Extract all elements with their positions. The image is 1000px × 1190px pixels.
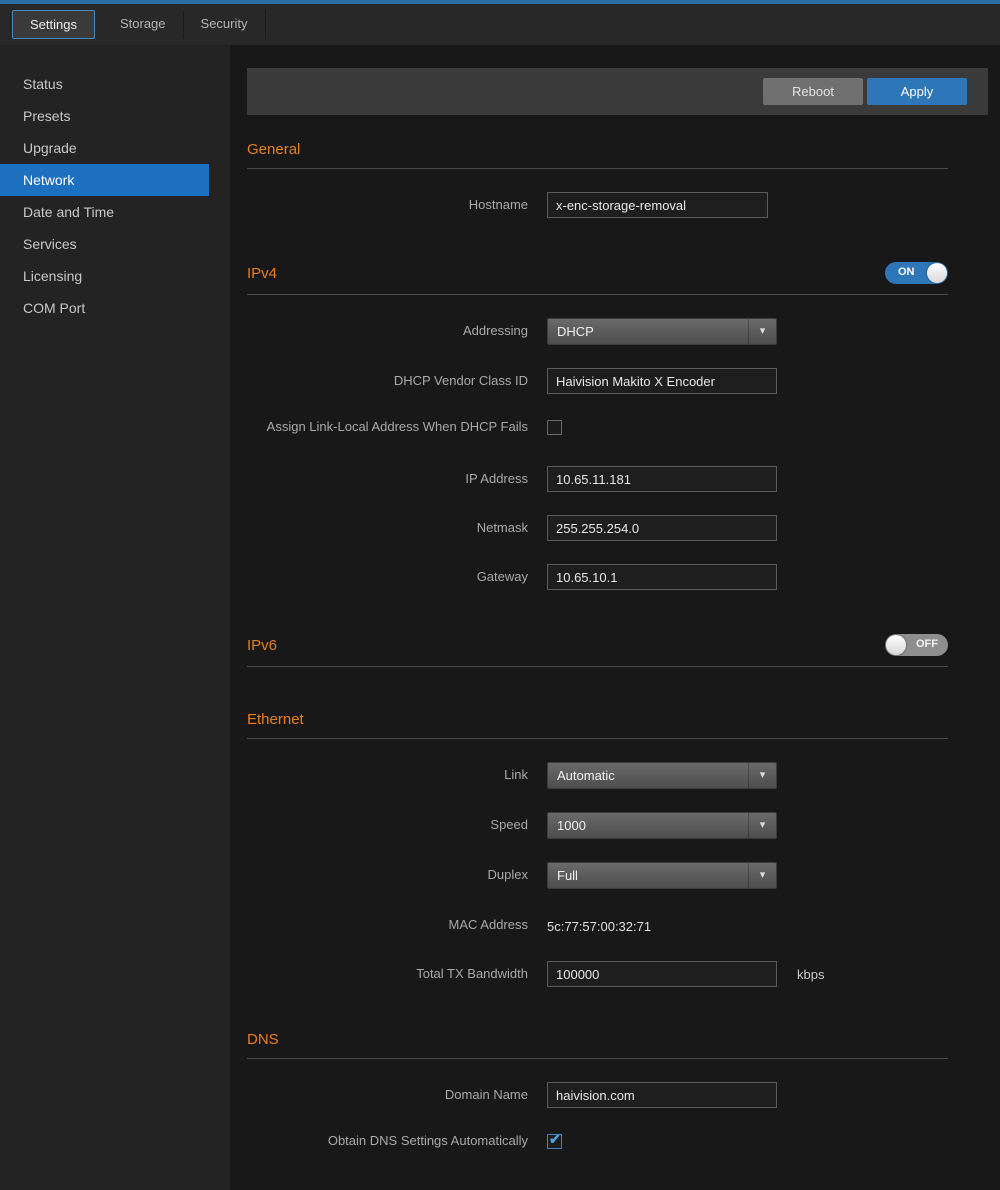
section-title-dns: DNS	[247, 1031, 279, 1048]
speed-dropdown-value: 1000	[557, 818, 586, 833]
total-tx-bandwidth-label: Total TX Bandwidth	[247, 964, 528, 984]
section-dns: DNS Domain Name Obtain DNS Settings Auto…	[247, 1031, 948, 1157]
hostname-input[interactable]	[547, 192, 768, 218]
toggle-knob-icon	[927, 263, 947, 283]
sidebar: Status Presets Upgrade Network Date and …	[0, 45, 230, 1190]
addressing-dropdown[interactable]: DHCP ▾	[547, 318, 777, 345]
main-content: Reboot Apply General Hostname IPv4 ON	[230, 45, 1000, 1190]
chevron-down-icon: ▾	[748, 863, 776, 888]
sidebar-item-licensing[interactable]: Licensing	[0, 260, 230, 292]
gateway-input[interactable]	[547, 564, 777, 590]
duplex-dropdown[interactable]: Full ▾	[547, 862, 777, 889]
link-dropdown-value: Automatic	[557, 768, 615, 783]
sidebar-item-status[interactable]: Status	[0, 68, 230, 100]
sidebar-item-network[interactable]: Network	[0, 164, 209, 196]
obtain-dns-settings-label: Obtain DNS Settings Automatically	[247, 1131, 528, 1151]
ipv6-toggle-label: OFF	[916, 638, 938, 650]
chevron-down-icon: ▾	[748, 319, 776, 344]
ipv4-toggle[interactable]: ON	[885, 262, 948, 284]
action-toolbar: Reboot Apply	[247, 68, 988, 115]
netmask-label: Netmask	[247, 518, 528, 538]
section-title-general: General	[247, 141, 300, 158]
total-tx-bandwidth-input[interactable]	[547, 961, 777, 987]
link-dropdown[interactable]: Automatic ▾	[547, 762, 777, 789]
section-ethernet: Ethernet Link Automatic ▾ Speed 1000 ▾ D…	[247, 711, 948, 987]
ipv6-toggle[interactable]: OFF	[885, 634, 948, 656]
netmask-input[interactable]	[547, 515, 777, 541]
ip-address-label: IP Address	[247, 469, 528, 489]
bandwidth-unit-label: kbps	[797, 967, 824, 982]
speed-label: Speed	[247, 815, 528, 835]
chevron-down-icon: ▾	[748, 813, 776, 838]
duplex-dropdown-value: Full	[557, 868, 578, 883]
section-title-ipv6: IPv6	[247, 637, 277, 654]
sidebar-item-date-and-time[interactable]: Date and Time	[0, 196, 230, 228]
dhcp-vendor-class-id-label: DHCP Vendor Class ID	[247, 371, 528, 391]
sidebar-item-upgrade[interactable]: Upgrade	[0, 132, 230, 164]
tab-storage[interactable]: Storage	[103, 10, 184, 39]
speed-dropdown[interactable]: 1000 ▾	[547, 812, 777, 839]
tab-security[interactable]: Security	[184, 10, 266, 39]
tab-settings[interactable]: Settings	[12, 10, 95, 39]
duplex-label: Duplex	[247, 865, 528, 885]
sidebar-item-presets[interactable]: Presets	[0, 100, 230, 132]
gateway-label: Gateway	[247, 567, 528, 587]
section-title-ipv4: IPv4	[247, 265, 277, 282]
assign-link-local-checkbox[interactable]	[547, 420, 562, 435]
ip-address-input[interactable]	[547, 466, 777, 492]
reboot-button[interactable]: Reboot	[763, 78, 863, 105]
check-icon: ✔	[549, 1131, 561, 1148]
mac-address-value: 5c:77:57:00:32:71	[547, 917, 651, 934]
dhcp-vendor-class-id-input[interactable]	[547, 368, 777, 394]
section-general: General Hostname	[247, 141, 948, 218]
addressing-label: Addressing	[247, 321, 528, 341]
domain-name-input[interactable]	[547, 1082, 777, 1108]
addressing-dropdown-value: DHCP	[557, 324, 594, 339]
assign-link-local-label: Assign Link-Local Address When DHCP Fail…	[247, 417, 528, 437]
domain-name-label: Domain Name	[247, 1085, 528, 1105]
mac-address-label: MAC Address	[247, 915, 528, 935]
hostname-label: Hostname	[247, 195, 528, 215]
section-ipv6: IPv6 OFF	[247, 634, 948, 667]
top-navigation: Settings Storage Security	[0, 0, 1000, 45]
sidebar-item-services[interactable]: Services	[0, 228, 230, 260]
link-label: Link	[247, 765, 528, 785]
ipv4-toggle-label: ON	[898, 266, 915, 278]
apply-button[interactable]: Apply	[867, 78, 967, 105]
section-ipv4: IPv4 ON Addressing DHCP ▾ DHCP Vendor Cl…	[247, 262, 948, 590]
section-title-ethernet: Ethernet	[247, 711, 304, 728]
sidebar-item-com-port[interactable]: COM Port	[0, 292, 230, 324]
toggle-knob-icon	[886, 635, 906, 655]
chevron-down-icon: ▾	[748, 763, 776, 788]
obtain-dns-settings-checkbox[interactable]: ✔	[547, 1134, 562, 1149]
